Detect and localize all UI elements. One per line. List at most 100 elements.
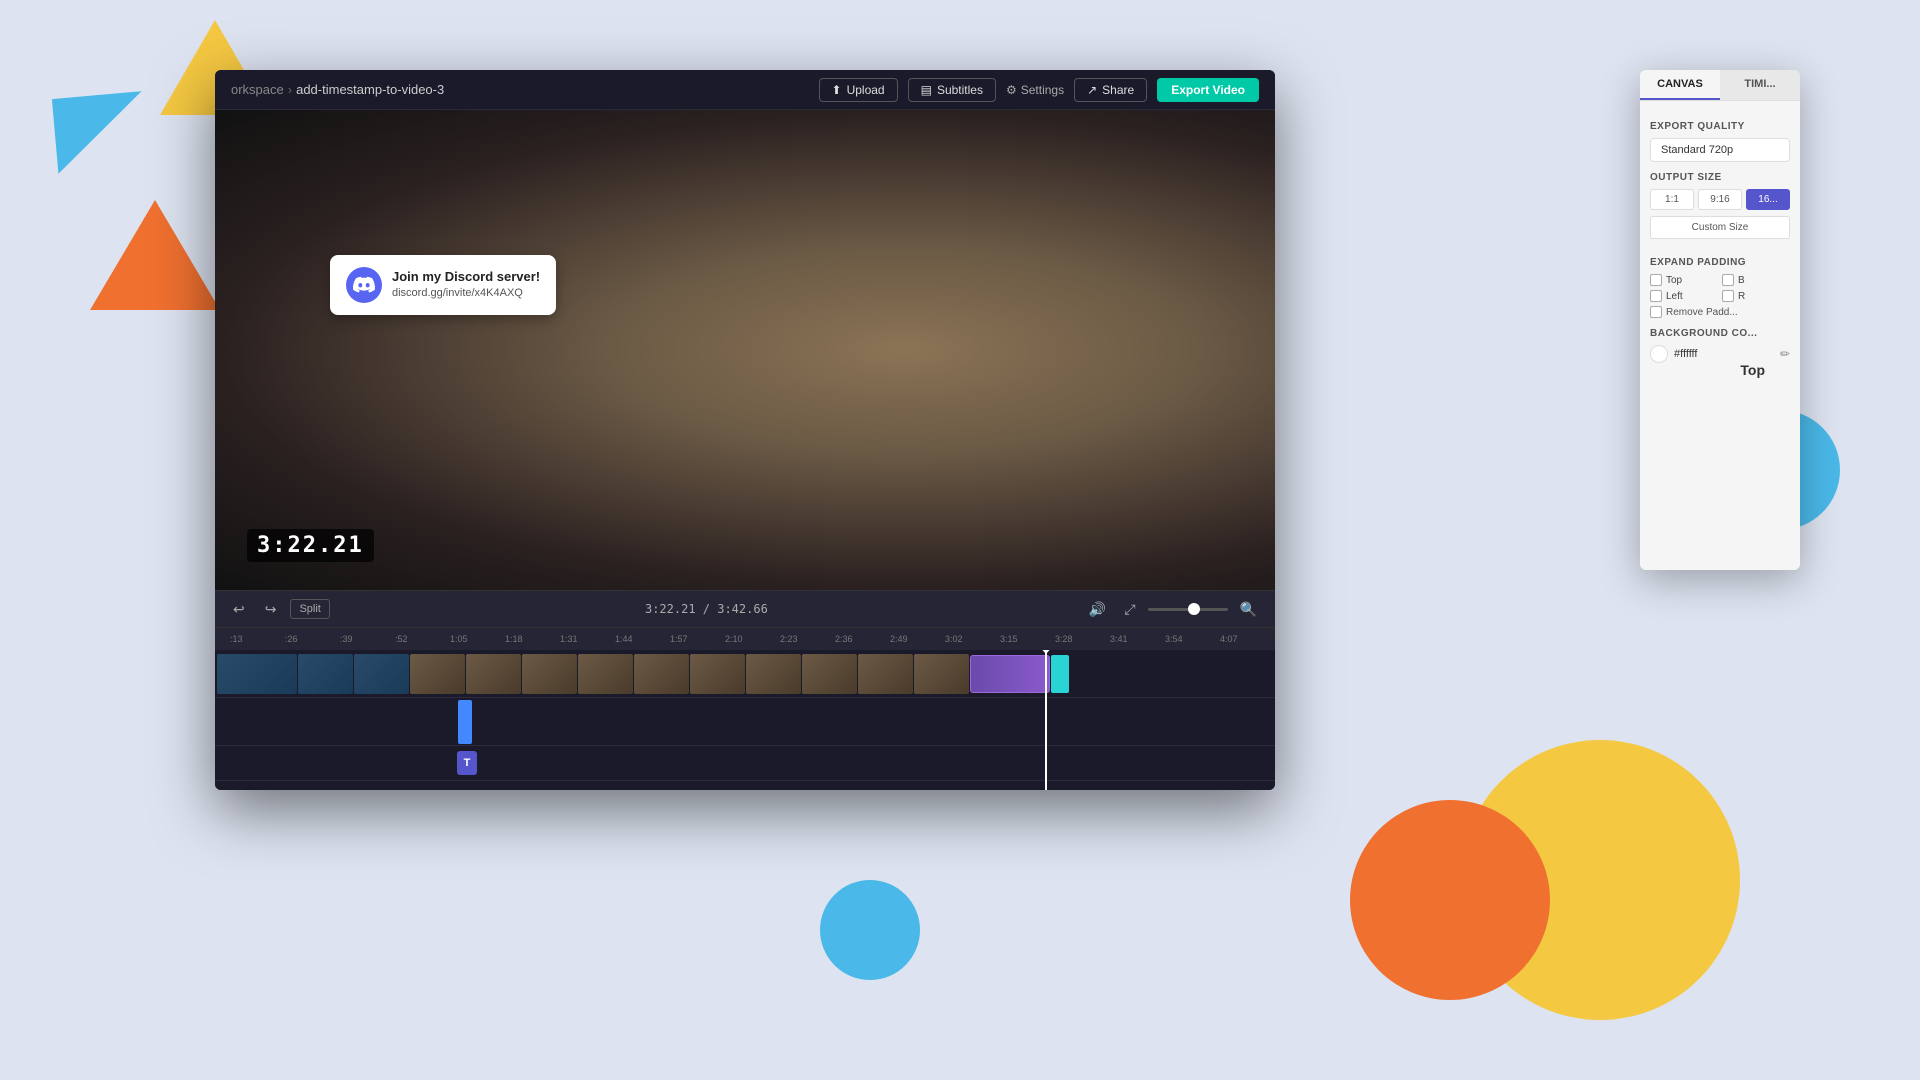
split-button[interactable]: Split bbox=[290, 599, 329, 619]
text-track: T bbox=[215, 746, 1275, 781]
ruler-mark: 1:57 bbox=[670, 634, 688, 644]
decorative-blue-circle-bottom bbox=[820, 880, 920, 980]
decorative-orange-circle bbox=[1350, 800, 1550, 1000]
share-button[interactable]: ↗ Share bbox=[1074, 78, 1147, 102]
top-label: Top bbox=[1740, 362, 1765, 378]
thumb bbox=[802, 654, 857, 694]
expand-padding-label: EXPAND PADDING bbox=[1650, 257, 1790, 268]
ruler-mark: 2:10 bbox=[725, 634, 743, 644]
controls-right: 🔊 ⤢ 🔍 bbox=[1083, 599, 1263, 620]
pad-left-checkbox[interactable] bbox=[1650, 290, 1662, 302]
export-label: Export Video bbox=[1171, 83, 1245, 97]
pad-right-checkbox[interactable] bbox=[1722, 290, 1734, 302]
zoom-slider[interactable] bbox=[1148, 608, 1228, 611]
settings-label: Settings bbox=[1021, 83, 1064, 97]
video-area: Join my Discord server! discord.gg/invit… bbox=[215, 110, 1275, 590]
ruler-mark: 3:02 bbox=[945, 634, 963, 644]
size-1-1[interactable]: 1:1 bbox=[1650, 189, 1694, 210]
pad-top-label: Top bbox=[1666, 275, 1682, 286]
undo-button[interactable]: ↩ bbox=[227, 599, 251, 620]
discord-card-overlay: Join my Discord server! discord.gg/invit… bbox=[330, 255, 556, 315]
cyan-clip bbox=[1051, 655, 1069, 693]
subtitles-button[interactable]: ▤ Subtitles bbox=[908, 78, 996, 102]
tab-timing-label: TIMI... bbox=[1744, 78, 1775, 90]
ruler-mark: :39 bbox=[340, 634, 353, 644]
thumb bbox=[217, 654, 297, 694]
playhead[interactable] bbox=[1045, 650, 1047, 790]
track-spacer bbox=[217, 702, 457, 742]
redo-button[interactable]: ↪ bbox=[259, 599, 283, 620]
thumb bbox=[858, 654, 913, 694]
ruler-mark: 2:36 bbox=[835, 634, 853, 644]
thumb bbox=[746, 654, 801, 694]
time-display: 3:22.21 / 3:42.66 bbox=[645, 602, 768, 616]
zoom-in-button[interactable]: 🔍 bbox=[1234, 599, 1263, 620]
quality-button[interactable]: Standard 720p bbox=[1650, 138, 1790, 162]
upload-button[interactable]: ⬆ Upload bbox=[819, 78, 898, 102]
export-button[interactable]: Export Video bbox=[1157, 78, 1259, 102]
controls-left: ↩ ↪ Split bbox=[227, 599, 330, 620]
share-icon: ↗ bbox=[1087, 83, 1097, 97]
size-16-9[interactable]: 16... bbox=[1746, 189, 1790, 210]
remove-pad-checkbox[interactable] bbox=[1650, 306, 1662, 318]
tracks-area: T bbox=[215, 650, 1275, 790]
thumb bbox=[410, 654, 465, 694]
settings-button[interactable]: ⚙ Settings bbox=[1006, 83, 1064, 97]
ruler-mark: 1:05 bbox=[450, 634, 468, 644]
video-track-2 bbox=[215, 698, 1275, 746]
ruler-mark: :52 bbox=[395, 634, 408, 644]
ruler-mark: 2:49 bbox=[890, 634, 908, 644]
remove-pad-label: Remove Padd... bbox=[1666, 307, 1738, 318]
ruler-mark: :13 bbox=[230, 634, 243, 644]
text-clip[interactable]: T bbox=[457, 751, 477, 775]
fit-button[interactable]: ⤢ bbox=[1118, 599, 1141, 620]
edit-color-icon[interactable]: ✏ bbox=[1780, 347, 1790, 361]
purple-clip bbox=[970, 655, 1050, 693]
subtitles-label: Subtitles bbox=[937, 83, 983, 97]
ruler-mark: :26 bbox=[285, 634, 298, 644]
ruler-mark: 2:23 bbox=[780, 634, 798, 644]
video-background: Join my Discord server! discord.gg/invit… bbox=[215, 110, 1275, 590]
size-9-16[interactable]: 9:16 bbox=[1698, 189, 1742, 210]
time-ruler: :13 :26 :39 :52 1:05 1:18 1:31 1:44 1:57… bbox=[215, 628, 1275, 650]
subtitles-icon: ▤ bbox=[921, 83, 932, 97]
pad-top: Top bbox=[1650, 274, 1718, 286]
selection-marker[interactable] bbox=[458, 700, 472, 744]
thumb bbox=[634, 654, 689, 694]
discord-card-link: discord.gg/invite/x4K4AXQ bbox=[392, 286, 540, 300]
custom-size-button[interactable]: Custom Size bbox=[1650, 216, 1790, 239]
ruler-mark: 1:44 bbox=[615, 634, 633, 644]
video-person bbox=[215, 110, 1275, 590]
thumb bbox=[354, 654, 409, 694]
pad-top-checkbox[interactable] bbox=[1650, 274, 1662, 286]
ruler-mark: 4:07 bbox=[1220, 634, 1238, 644]
tab-canvas[interactable]: CANVAS bbox=[1640, 70, 1720, 100]
custom-size-label: Custom Size bbox=[1692, 222, 1749, 233]
mute-button[interactable]: 🔊 bbox=[1083, 599, 1112, 620]
upload-label: Upload bbox=[847, 83, 885, 97]
size-options: 1:1 9:16 16... bbox=[1650, 189, 1790, 210]
breadcrumb: orkspace › add-timestamp-to-video-3 bbox=[231, 82, 444, 97]
ruler-mark: 1:18 bbox=[505, 634, 523, 644]
controls-bar: ↩ ↪ Split 3:22.21 / 3:42.66 🔊 ⤢ 🔍 bbox=[215, 590, 1275, 628]
decorative-blue-triangle bbox=[52, 91, 148, 174]
ruler-mark: 3:15 bbox=[1000, 634, 1018, 644]
size-9-16-label: 9:16 bbox=[1710, 194, 1729, 205]
bg-color-hex: #ffffff bbox=[1674, 348, 1697, 360]
topbar: orkspace › add-timestamp-to-video-3 ⬆ Up… bbox=[215, 70, 1275, 110]
discord-card-title: Join my Discord server! bbox=[392, 269, 540, 286]
pad-bottom: B bbox=[1722, 274, 1790, 286]
upload-icon: ⬆ bbox=[832, 83, 842, 97]
share-label: Share bbox=[1102, 83, 1134, 97]
discord-logo-icon bbox=[346, 267, 382, 303]
output-size-label: OUTPUT SIZE bbox=[1650, 172, 1790, 183]
panel-content: EXPORT QUALITY Standard 720p OUTPUT SIZE… bbox=[1640, 101, 1800, 373]
editor-window: orkspace › add-timestamp-to-video-3 ⬆ Up… bbox=[215, 70, 1275, 790]
split-label: Split bbox=[299, 603, 320, 615]
topbar-right: ⬆ Upload ▤ Subtitles ⚙ Settings ↗ Share … bbox=[819, 78, 1259, 102]
bg-color-swatch[interactable] bbox=[1650, 345, 1668, 363]
tab-timing[interactable]: TIMI... bbox=[1720, 70, 1800, 100]
pad-bottom-label: B bbox=[1738, 275, 1745, 286]
pad-bottom-checkbox[interactable] bbox=[1722, 274, 1734, 286]
right-panel: CANVAS TIMI... EXPORT QUALITY Standard 7… bbox=[1640, 70, 1800, 570]
